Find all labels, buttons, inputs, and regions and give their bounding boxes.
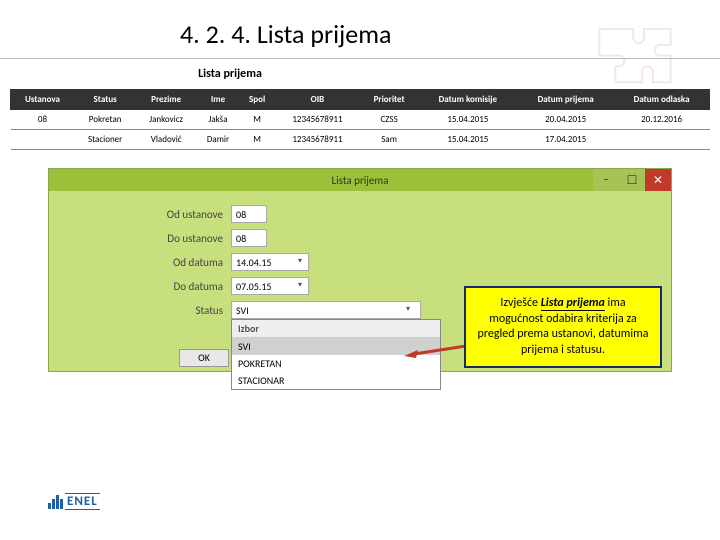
logo-text: ENEL — [65, 493, 100, 510]
dropdown-heading: Izbor — [232, 320, 440, 338]
label-do-datuma: Do datuma — [63, 280, 223, 293]
callout-text-pre: Izvješće — [500, 296, 540, 310]
input-do-datuma[interactable]: 07.05.15 ▾ — [231, 277, 309, 295]
dialog-title: Lista prijema — [49, 174, 671, 187]
logo-bars-icon — [48, 495, 63, 509]
input-od-ustanove[interactable]: 08 — [231, 205, 267, 223]
label-status: Status — [63, 304, 223, 317]
col-ime: Ime — [197, 90, 240, 110]
puzzle-decoration — [590, 20, 680, 100]
logo-enel: ENEL — [48, 493, 100, 510]
dialog-titlebar[interactable]: Lista prijema – ☐ ✕ — [49, 169, 671, 191]
chevron-down-icon[interactable]: ▾ — [406, 304, 418, 316]
label-od-datuma: Od datuma — [63, 256, 223, 269]
callout-arrow — [404, 342, 468, 358]
dropdown-option[interactable]: STACIONAR — [232, 372, 440, 389]
chevron-down-icon[interactable]: ▾ — [294, 280, 306, 292]
select-status[interactable]: SVI ▾ — [231, 301, 421, 319]
col-spol: Spol — [239, 90, 274, 110]
col-prioritet: Prioritet — [360, 90, 418, 110]
col-ustanova: Ustanova — [11, 90, 75, 110]
col-status: Status — [74, 90, 135, 110]
col-oib: OIB — [275, 90, 360, 110]
maximize-button[interactable]: ☐ — [619, 169, 645, 191]
table-row: 08 Pokretan Jankovicz Jakša M 1234567891… — [11, 110, 710, 130]
input-do-ustanove[interactable]: 08 — [231, 229, 267, 247]
table-row: Stacioner Vladović Damir M 12345678911 S… — [11, 130, 710, 150]
col-datum-komisije: Datum komisije — [418, 90, 518, 110]
callout-text-em: Lista prijema — [541, 296, 605, 311]
ok-button[interactable]: OK — [179, 349, 229, 367]
callout-note: Izvješće Lista prijema ima mogućnost oda… — [464, 286, 662, 368]
label-do-ustanove: Do ustanove — [63, 232, 223, 245]
label-od-ustanove: Od ustanove — [63, 208, 223, 221]
close-button[interactable]: ✕ — [645, 169, 671, 191]
col-prezime: Prezime — [136, 90, 197, 110]
input-od-datuma[interactable]: 14.04.15 ▾ — [231, 253, 309, 271]
chevron-down-icon[interactable]: ▾ — [294, 256, 306, 268]
minimize-button[interactable]: – — [593, 169, 619, 191]
